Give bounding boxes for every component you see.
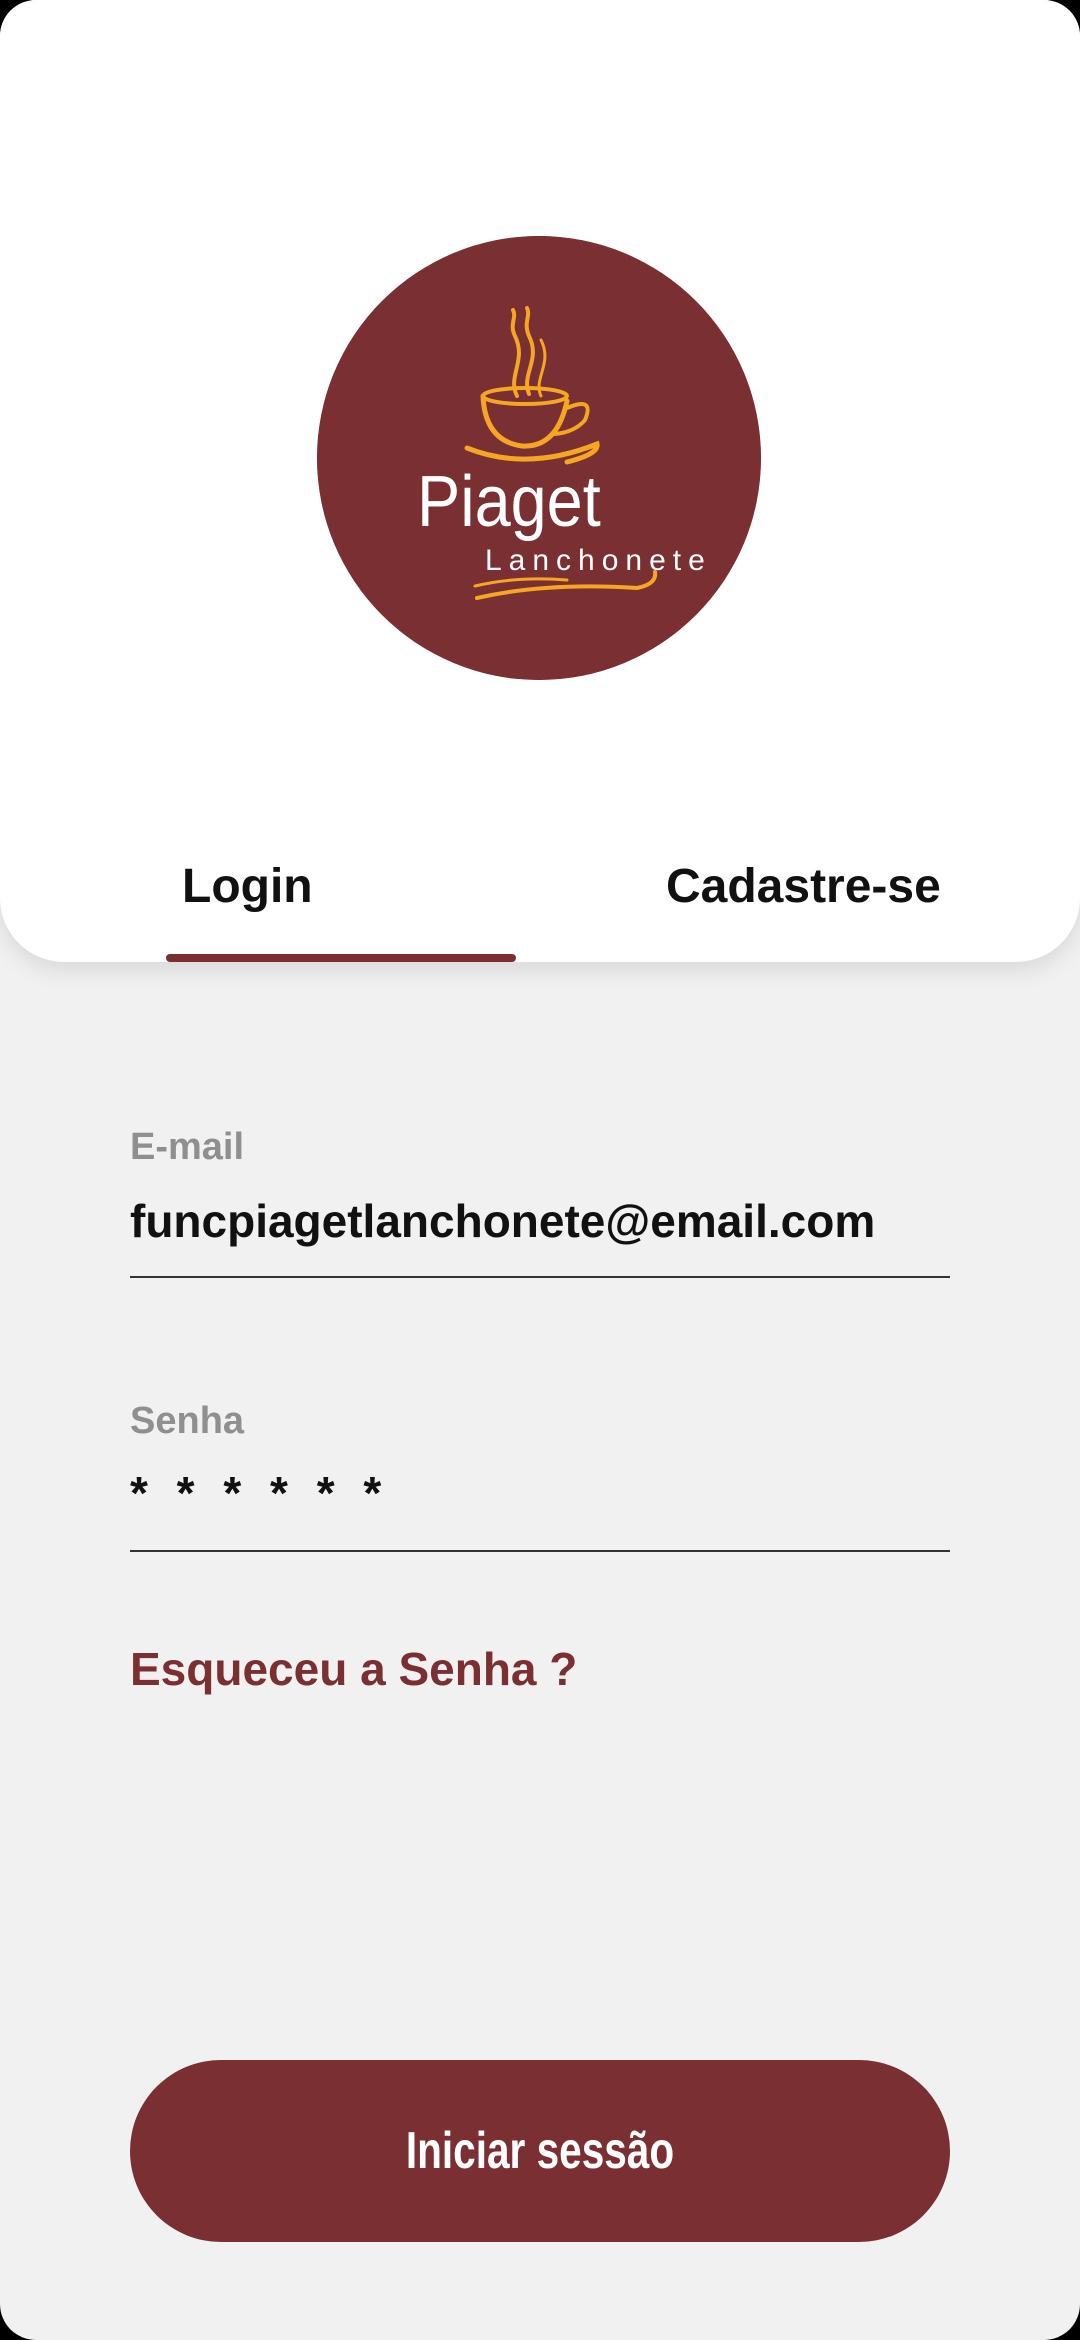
email-underline: [130, 1276, 950, 1278]
email-label: E-mail: [130, 1126, 245, 1168]
brand-logo: Piaget Lanchonete: [317, 236, 761, 680]
tab-signup[interactable]: Cadastre-se: [666, 858, 941, 916]
coffee-cup-logo-icon: Piaget Lanchonete: [317, 236, 761, 680]
login-screen: Piaget Lanchonete Login Cadastre-se E-ma…: [0, 0, 1080, 2340]
password-label: Senha: [130, 1400, 245, 1442]
header-card: Piaget Lanchonete Login Cadastre-se: [0, 0, 1080, 962]
tab-login[interactable]: Login: [182, 858, 313, 916]
email-field[interactable]: funcpiagetlanchonete@email.com: [130, 1194, 875, 1248]
login-button[interactable]: Iniciar sessão: [130, 2060, 950, 2242]
password-underline: [130, 1550, 950, 1552]
login-button-label: Iniciar sessão: [405, 2122, 675, 2180]
logo-name-text: Piaget: [417, 461, 601, 542]
logo-subtitle-text: Lanchonete: [485, 544, 712, 577]
password-field[interactable]: * * * * * *: [130, 1466, 389, 1520]
active-tab-indicator: [166, 954, 516, 962]
forgot-password-link[interactable]: Esqueceu a Senha ?: [130, 1642, 577, 1696]
